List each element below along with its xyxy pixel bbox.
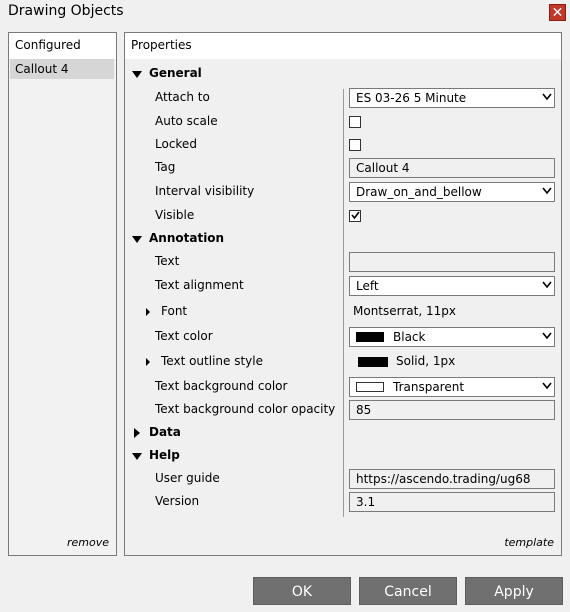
prop-text-background-color-opacity: Text background color opacity 85 (125, 399, 561, 422)
button-label: Cancel (384, 584, 432, 600)
dropdown-value: Black (393, 330, 426, 344)
auto-scale-checkbox[interactable] (349, 116, 361, 128)
button-label: Apply (494, 584, 534, 600)
dropdown-value: Draw_on_and_bellow (356, 185, 482, 199)
prop-visible: Visible (125, 205, 561, 228)
template-link[interactable]: template (504, 536, 554, 549)
prop-label: Visible (155, 208, 195, 222)
input-value: Callout 4 (356, 161, 410, 175)
apply-button[interactable]: Apply (465, 577, 563, 605)
title-bar: Drawing Objects ✕ (0, 0, 570, 26)
prop-text-color: Text color Black (125, 326, 561, 349)
category-data[interactable]: Data (125, 422, 561, 445)
prop-label: Attach to (155, 90, 210, 104)
prop-label: Text background color (155, 379, 288, 393)
category-label: Annotation (149, 231, 225, 245)
properties-grid: General Attach to ES 03-26 5 Minute Auto… (125, 59, 561, 555)
color-swatch (356, 382, 384, 392)
prop-label: Text color (155, 329, 213, 343)
prop-label: User guide (155, 471, 220, 485)
dropdown-value: Transparent (393, 380, 465, 394)
remove-link[interactable]: remove (67, 536, 109, 549)
category-label: Help (149, 448, 180, 462)
configured-list: Callout 4 remove (9, 59, 116, 555)
chevron-down-icon (542, 281, 552, 289)
prop-label: Locked (155, 137, 197, 151)
interval-visibility-dropdown[interactable]: Draw_on_and_bellow (349, 182, 555, 202)
tag-input[interactable]: Callout 4 (349, 158, 555, 178)
prop-label: Interval visibility (155, 184, 255, 198)
chevron-down-icon (542, 187, 552, 195)
checkmark-icon (351, 211, 360, 220)
prop-text-background-color: Text background color Transparent (125, 376, 561, 399)
prop-label: Version (155, 494, 200, 508)
outline-swatch (358, 357, 388, 367)
prop-text-alignment: Text alignment Left (125, 275, 561, 298)
close-icon: ✕ (551, 5, 564, 21)
prop-label: Tag (155, 160, 176, 174)
prop-label: Text outline style (161, 354, 263, 368)
prop-locked: Locked (125, 134, 561, 157)
configured-item-label: Callout 4 (15, 62, 69, 76)
prop-text: Text (125, 251, 561, 274)
close-button[interactable]: ✕ (549, 4, 566, 21)
version-field[interactable]: 3.1 (349, 492, 555, 512)
collapse-triangle-icon (132, 236, 142, 243)
expand-triangle-icon (146, 358, 150, 366)
prop-version: Version 3.1 (125, 491, 561, 514)
collapse-triangle-icon (132, 71, 142, 78)
prop-label: Text (155, 254, 180, 268)
collapse-triangle-icon (132, 453, 142, 460)
input-value: https://ascendo.trading/ug68 (356, 472, 531, 486)
color-swatch (356, 332, 384, 342)
prop-label: Text background color opacity (155, 402, 336, 416)
chevron-down-icon (542, 332, 552, 340)
input-value: 85 (356, 403, 372, 417)
chevron-down-icon (542, 382, 552, 390)
chevron-down-icon (542, 93, 552, 101)
configured-panel: Configured Callout 4 remove (8, 32, 117, 556)
expand-triangle-icon (146, 308, 150, 316)
button-label: OK (291, 584, 313, 600)
expand-triangle-icon (134, 428, 140, 438)
prop-label: Font (161, 304, 188, 318)
category-help[interactable]: Help (125, 445, 561, 468)
text-input[interactable] (349, 252, 555, 272)
dropdown-value: ES 03-26 5 Minute (356, 91, 467, 105)
ok-button[interactable]: OK (253, 577, 351, 605)
prop-interval-visibility: Interval visibility Draw_on_and_bellow (125, 181, 561, 204)
visible-checkbox[interactable] (349, 210, 361, 222)
prop-user-guide: User guide https://ascendo.trading/ug68 (125, 468, 561, 491)
input-value: 3.1 (356, 495, 376, 509)
properties-panel: Properties General Attach to ES 03-26 5 … (124, 32, 562, 556)
text-background-color-dropdown[interactable]: Transparent (349, 377, 555, 397)
prop-auto-scale: Auto scale (125, 111, 561, 134)
category-general[interactable]: General (125, 63, 561, 86)
font-value: Montserrat, 11px (353, 304, 456, 318)
category-annotation[interactable]: Annotation (125, 228, 561, 251)
cancel-button[interactable]: Cancel (359, 577, 457, 605)
prop-attach-to: Attach to ES 03-26 5 Minute (125, 87, 561, 110)
prop-label: Auto scale (155, 114, 218, 128)
attach-to-dropdown[interactable]: ES 03-26 5 Minute (349, 88, 555, 108)
category-label: Data (149, 425, 181, 439)
text-color-dropdown[interactable]: Black (349, 327, 555, 347)
outline-value: Solid, 1px (396, 354, 456, 368)
window-title: Drawing Objects (8, 3, 124, 19)
prop-text-outline-style[interactable]: Text outline style Solid, 1px (125, 351, 561, 374)
dropdown-value: Left (356, 279, 379, 293)
prop-tag: Tag Callout 4 (125, 157, 561, 180)
text-alignment-dropdown[interactable]: Left (349, 276, 555, 296)
locked-checkbox[interactable] (349, 139, 361, 151)
opacity-input[interactable]: 85 (349, 400, 555, 420)
configured-header: Configured (9, 33, 116, 60)
prop-font[interactable]: Font Montserrat, 11px (125, 301, 561, 324)
configured-item-callout-4[interactable]: Callout 4 (10, 59, 114, 79)
user-guide-field[interactable]: https://ascendo.trading/ug68 (349, 469, 555, 489)
properties-header: Properties (125, 33, 561, 60)
prop-label: Text alignment (155, 278, 244, 292)
category-label: General (149, 66, 202, 80)
